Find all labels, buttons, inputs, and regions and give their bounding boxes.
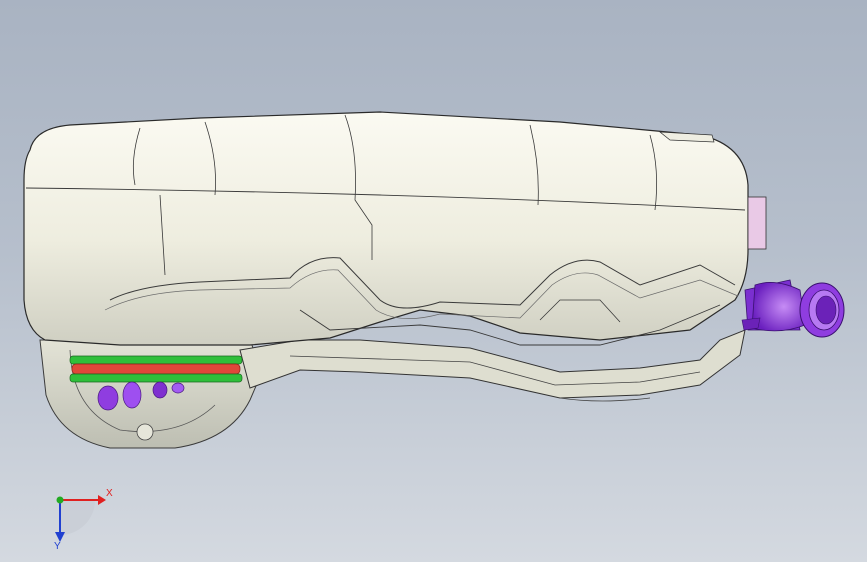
y-axis-dot: [56, 496, 64, 504]
x-axis-label: X: [106, 488, 113, 499]
fuel-tank-model[interactable]: [0, 0, 867, 562]
3d-viewport[interactable]: X Y: [0, 0, 867, 562]
drain-boss: [136, 423, 154, 441]
tank-saddle-channel: [239, 329, 746, 399]
coordinate-triad: X Y: [40, 480, 120, 552]
filler-neck: [741, 279, 845, 338]
tank-side-tab: [747, 196, 767, 250]
y-axis-label: Y: [54, 541, 61, 550]
tank-main-body: [23, 111, 749, 346]
pump-flange: [69, 355, 243, 383]
